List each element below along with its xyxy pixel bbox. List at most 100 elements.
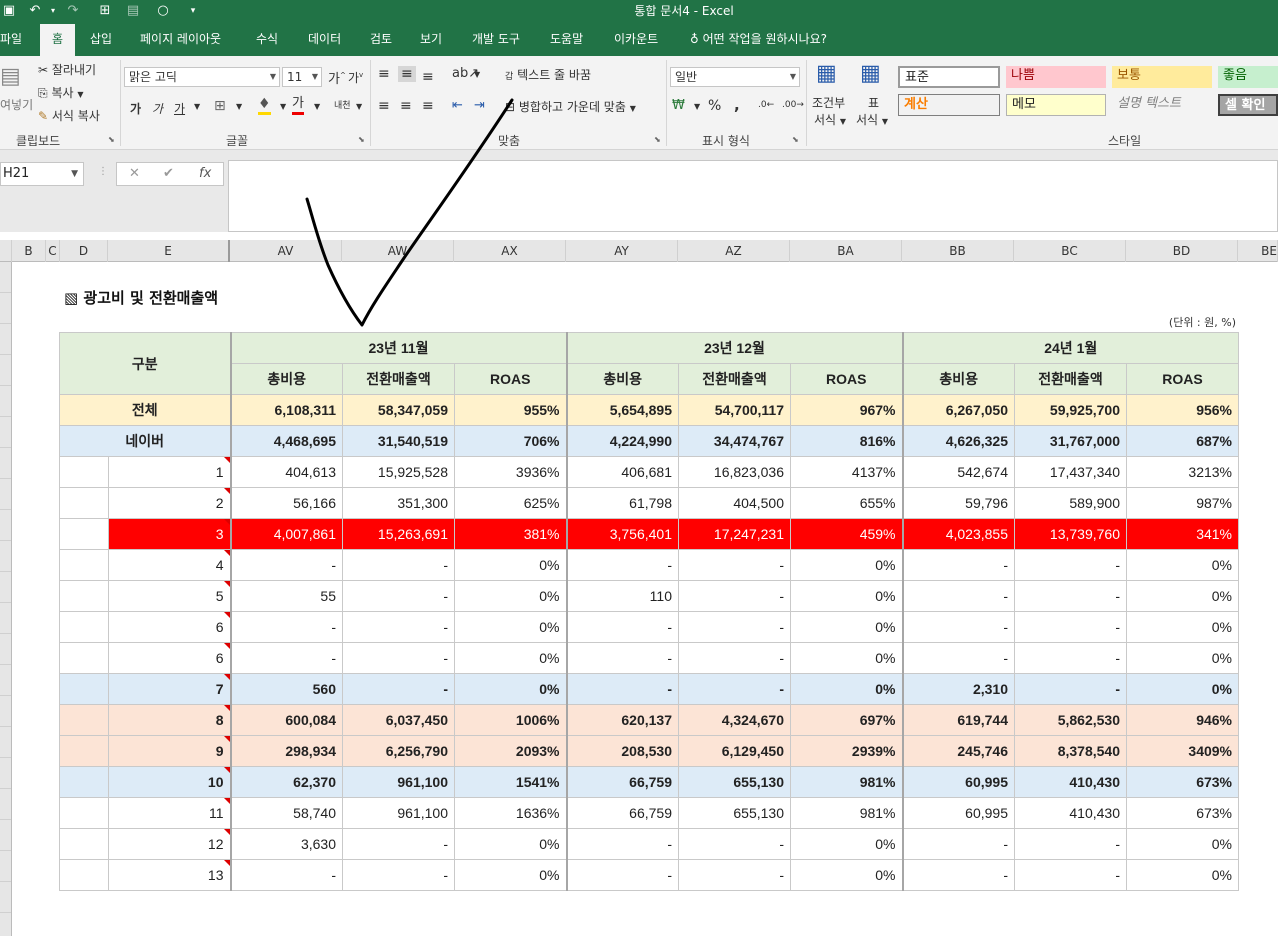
cost-cell[interactable]: 3,630 — [229, 828, 343, 860]
chevron-down-icon[interactable]: ▼ — [356, 102, 362, 111]
roas-cell[interactable]: 673% — [1126, 797, 1239, 829]
comment-indicator-icon[interactable] — [223, 860, 230, 866]
style-normal[interactable]: 표준 — [898, 66, 1000, 88]
font-name-select[interactable]: 맑은 고딕 ▼ — [124, 67, 280, 87]
header-roas[interactable]: ROAS — [1126, 363, 1239, 395]
align-center-icon[interactable]: ≡ — [400, 98, 412, 114]
header-roas[interactable]: ROAS — [790, 363, 903, 395]
indent-cell[interactable] — [59, 766, 109, 798]
indent-cell[interactable] — [59, 735, 109, 767]
roas-cell[interactable]: 0% — [1126, 828, 1239, 860]
chevron-down-icon[interactable]: ▼ — [474, 70, 480, 79]
row-label[interactable]: 11 — [108, 797, 231, 829]
revenue-cell[interactable]: 15,925,528 — [342, 456, 455, 488]
style-bad[interactable]: 나쁨 — [1006, 66, 1106, 88]
revenue-cell[interactable]: 961,100 — [342, 797, 455, 829]
revenue-cell[interactable]: 6,256,790 — [342, 735, 455, 767]
roas-cell[interactable]: 2939% — [790, 735, 903, 767]
comment-indicator-icon[interactable] — [223, 705, 230, 711]
roas-cell[interactable]: 0% — [454, 611, 567, 643]
roas-cell[interactable]: 3936% — [454, 456, 567, 488]
row-header[interactable] — [0, 417, 11, 448]
increase-decimal-icon[interactable]: .0← — [758, 100, 774, 110]
cost-cell[interactable]: - — [229, 611, 343, 643]
cost-cell[interactable]: 60,995 — [901, 797, 1015, 829]
row-label[interactable]: 4 — [108, 549, 231, 581]
row-header[interactable] — [0, 789, 11, 820]
font-color-button[interactable]: 가 — [292, 96, 304, 115]
select-all-corner[interactable] — [0, 240, 12, 262]
border-icon[interactable]: ⊞ — [214, 98, 226, 114]
cost-cell[interactable]: 66,759 — [565, 797, 679, 829]
revenue-cell[interactable]: 13,739,760 — [1014, 518, 1127, 550]
name-box[interactable]: H21 ▼ — [0, 162, 84, 186]
row-label[interactable]: 6 — [108, 642, 231, 674]
header-conversion-revenue[interactable]: 전환매출액 — [678, 363, 791, 395]
roas-cell[interactable]: 459% — [790, 518, 903, 550]
cost-cell[interactable]: 58,740 — [229, 797, 343, 829]
cut-button[interactable]: ✂ 잘라내기 — [38, 61, 96, 78]
roas-cell[interactable]: 0% — [790, 642, 903, 674]
row-header[interactable] — [0, 355, 11, 386]
phonetic-guide-button[interactable]: 내천 — [334, 98, 351, 111]
roas-cell[interactable]: 655% — [790, 487, 903, 519]
column-header[interactable]: BA — [790, 240, 902, 262]
row-header[interactable] — [0, 479, 11, 510]
cost-cell[interactable]: 208,530 — [565, 735, 679, 767]
format-table-icon[interactable]: ▦ — [860, 61, 881, 86]
roas-cell[interactable]: 0% — [1126, 580, 1239, 612]
roas-cell[interactable]: 381% — [454, 518, 567, 550]
conditional-format-button[interactable]: 서식 ▼ — [814, 111, 846, 128]
revenue-cell[interactable]: - — [342, 580, 455, 612]
revenue-cell[interactable]: 8,378,540 — [1014, 735, 1127, 767]
row-label[interactable]: 6 — [108, 611, 231, 643]
header-total-cost[interactable]: 총비용 — [901, 363, 1015, 395]
format-table-label-1[interactable]: 표 — [868, 94, 879, 111]
cost-cell[interactable]: 619,744 — [901, 704, 1015, 736]
cost-cell[interactable]: - — [565, 673, 679, 705]
cost-cell[interactable]: 61,798 — [565, 487, 679, 519]
revenue-cell[interactable]: 5,862,530 — [1014, 704, 1127, 736]
indent-cell[interactable] — [59, 673, 109, 705]
revenue-cell[interactable]: - — [1014, 549, 1127, 581]
roas-cell[interactable]: 0% — [1126, 611, 1239, 643]
formula-input[interactable] — [228, 160, 1278, 232]
chevron-down-icon[interactable]: ▼ — [194, 102, 200, 111]
revenue-cell[interactable]: 6,129,450 — [678, 735, 791, 767]
comment-indicator-icon[interactable] — [223, 457, 230, 463]
column-header[interactable]: BC — [1014, 240, 1126, 262]
enter-icon[interactable]: ✔ — [163, 166, 174, 181]
comma-button[interactable]: , — [734, 96, 740, 114]
row-header[interactable] — [0, 758, 11, 789]
shrink-font-button[interactable]: 가v — [348, 69, 363, 86]
drag-handle-icon[interactable]: ⋮ — [98, 166, 108, 177]
cost-cell[interactable]: 55 — [229, 580, 343, 612]
roas-cell[interactable]: 1636% — [454, 797, 567, 829]
cost-cell[interactable]: - — [229, 859, 343, 891]
row-label[interactable]: 7 — [108, 673, 231, 705]
dialog-launcher-icon[interactable]: ⬊ — [654, 135, 661, 144]
row-label[interactable]: 3 — [108, 518, 231, 550]
revenue-cell[interactable]: 589,900 — [1014, 487, 1127, 519]
style-note[interactable]: 메모 — [1006, 94, 1106, 116]
insert-function-icon[interactable]: fx — [199, 166, 211, 181]
revenue-cell[interactable]: 54,700,117 — [678, 394, 791, 426]
cost-cell[interactable]: 298,934 — [229, 735, 343, 767]
roas-cell[interactable]: 0% — [454, 549, 567, 581]
font-size-select[interactable]: 11 ▼ — [282, 67, 322, 87]
comment-indicator-icon[interactable] — [223, 581, 230, 587]
comment-indicator-icon[interactable] — [223, 519, 230, 525]
cost-cell[interactable]: - — [901, 580, 1015, 612]
merge-center-button[interactable]: ⊟ 병합하고 가운데 맞춤 ▼ — [505, 98, 636, 115]
cost-cell[interactable]: - — [565, 549, 679, 581]
header-month[interactable]: 23년 11월 — [229, 332, 567, 364]
roas-cell[interactable]: 981% — [790, 766, 903, 798]
roas-cell[interactable]: 0% — [1126, 642, 1239, 674]
cost-cell[interactable]: 4,224,990 — [565, 425, 679, 457]
column-header[interactable]: D — [60, 240, 108, 262]
cost-cell[interactable]: - — [565, 642, 679, 674]
row-label[interactable]: 전체 — [59, 394, 231, 426]
align-bottom-icon[interactable]: ≡ — [422, 69, 434, 85]
revenue-cell[interactable]: 17,437,340 — [1014, 456, 1127, 488]
cost-cell[interactable]: 3,756,401 — [565, 518, 679, 550]
